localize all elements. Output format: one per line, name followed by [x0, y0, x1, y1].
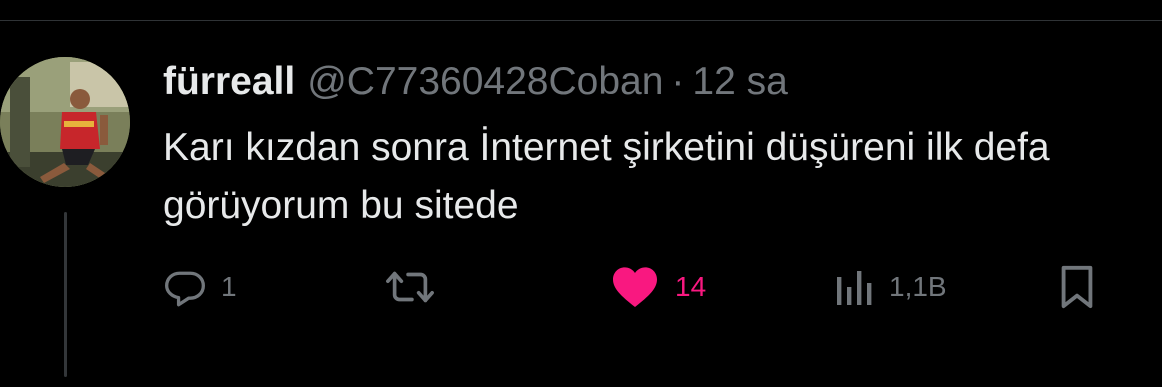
thread-line: [64, 212, 67, 377]
retweet-button[interactable]: [385, 262, 449, 312]
separator-dot: ·: [671, 60, 685, 103]
avatar-photo: [0, 57, 130, 187]
like-count: 14: [675, 271, 707, 302]
views-button[interactable]: 1,1B: [835, 262, 947, 312]
tweet-header: fürreall @C77360428Coban · 12 sa: [163, 57, 788, 107]
tweet-text: Karı kızdan sonra İnternet şirketini düş…: [163, 126, 1050, 227]
display-name[interactable]: fürreall: [163, 60, 295, 104]
heart-icon: [611, 265, 659, 309]
reply-icon: [163, 265, 207, 309]
like-button[interactable]: 14: [611, 262, 706, 312]
top-divider: [0, 20, 1162, 21]
bookmark-button[interactable]: [1057, 262, 1097, 312]
reply-button[interactable]: 1: [163, 262, 237, 312]
bookmark-icon: [1057, 264, 1097, 310]
user-handle[interactable]: @C77360428Coban: [307, 60, 663, 104]
retweet-icon: [385, 265, 435, 309]
tweet-actions: 1 14 1,1B: [163, 262, 1123, 312]
views-bar-chart-icon: [835, 267, 875, 307]
views-count: 1,1B: [889, 271, 947, 302]
avatar[interactable]: [0, 57, 130, 187]
timestamp[interactable]: 12 sa: [692, 60, 787, 104]
reply-count: 1: [221, 271, 237, 302]
